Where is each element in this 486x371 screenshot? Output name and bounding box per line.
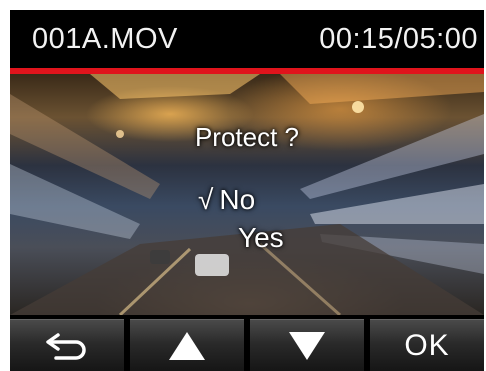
checkmark-icon: √ (198, 184, 214, 215)
down-button[interactable] (250, 319, 364, 371)
video-filename: 001A.MOV (32, 23, 178, 55)
up-triangle-icon (169, 332, 205, 360)
back-button[interactable] (10, 319, 124, 371)
ok-button-label: OK (404, 329, 450, 362)
up-button[interactable] (130, 319, 244, 371)
down-triangle-icon (289, 332, 325, 360)
option-no-label: No (219, 184, 256, 215)
top-status-bar: 001A.MOV 00:15/05:00 (10, 10, 484, 68)
option-no[interactable]: √ No (198, 184, 255, 216)
option-yes[interactable]: Yes (238, 222, 284, 254)
playback-timecode: 00:15/05:00 (319, 23, 478, 55)
bottom-button-bar: OK (10, 319, 484, 371)
protect-dialog-title: Protect ? (194, 122, 300, 152)
dashcam-screen: 001A.MOV 00:15/05:00 Protect ? √ No Yes … (10, 10, 484, 371)
ok-button[interactable]: OK (370, 319, 484, 371)
back-arrow-icon (46, 333, 86, 360)
option-yes-label: Yes (238, 222, 284, 253)
